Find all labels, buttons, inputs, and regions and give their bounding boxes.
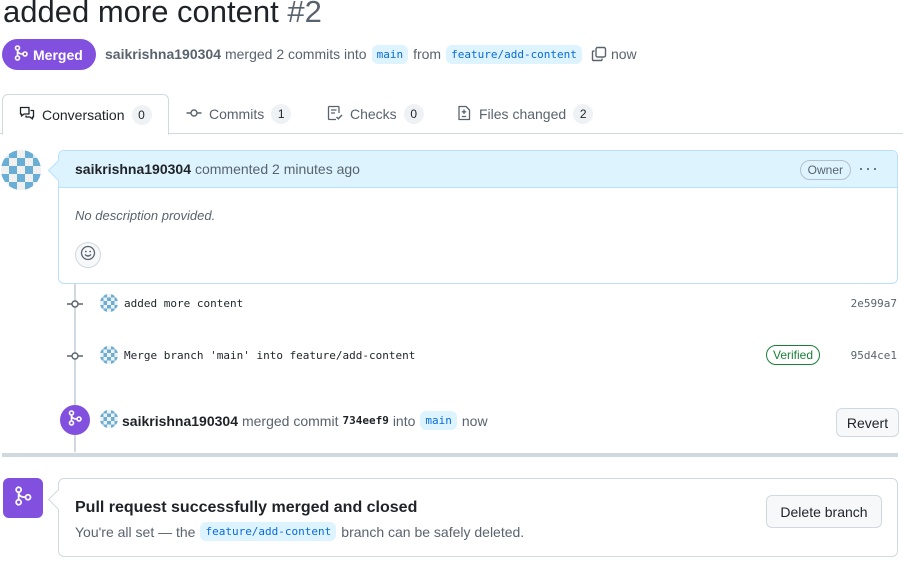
merged-status-title: Pull request successfully merged and clo… [75, 499, 418, 516]
tab-label: Commits [209, 106, 265, 122]
commit-item: Merge branch 'main' into feature/add-con… [0, 345, 903, 368]
tab-label: Checks [350, 106, 397, 122]
tab-conversation[interactable]: Conversation 0 [2, 94, 169, 135]
commit-author-avatar[interactable] [100, 294, 118, 312]
pr-number: #2 [287, 0, 322, 29]
copy-icon[interactable] [591, 46, 607, 62]
merge-author-avatar[interactable] [100, 410, 118, 428]
commit-sha-link[interactable]: 95d4ce1 [851, 349, 897, 362]
git-commit-icon [67, 349, 83, 368]
commit-author-avatar[interactable] [100, 346, 118, 364]
merge-event-text: saikrishna190304 merged commit 734eef9 i… [122, 411, 488, 430]
pr-author-link[interactable]: saikrishna190304 [105, 46, 221, 62]
tab-commits[interactable]: Commits 1 [186, 94, 292, 134]
commit-message-link[interactable]: added more content [124, 297, 243, 310]
merged-status-subtitle: You're all set — the feature/add-content… [75, 522, 524, 541]
merge-event: saikrishna190304 merged commit 734eef9 i… [0, 405, 903, 437]
git-merge-icon [14, 45, 28, 64]
comment-author-link[interactable]: saikrishna190304 [75, 161, 191, 177]
merged-sub-text-2: branch can be safely deleted. [341, 523, 525, 540]
checklist-icon [327, 105, 343, 124]
tab-label: Files changed [479, 106, 567, 122]
pr-meta: saikrishna190304 merged 2 commits into m… [105, 42, 637, 66]
tab-label: Conversation [42, 106, 125, 123]
tab-counter: 0 [131, 104, 152, 125]
delete-branch-button[interactable]: Delete branch [766, 495, 882, 528]
smiley-icon [80, 245, 96, 266]
merged-state-badge: Merged [2, 39, 96, 70]
tab-files-changed[interactable]: Files changed 2 [456, 94, 594, 134]
merge-author-link[interactable]: saikrishna190304 [122, 413, 238, 429]
revert-button[interactable]: Revert [836, 408, 899, 437]
merge-commit-sha-link[interactable]: 734eef9 [342, 414, 388, 427]
git-merge-icon [14, 485, 32, 511]
comment-header: saikrishna190304 commented 2 minutes ago… [59, 151, 897, 188]
merge-event-badge [60, 405, 90, 435]
timeline-divider [2, 453, 898, 457]
merge-action: merged commit [241, 412, 339, 429]
tab-counter: 2 [573, 104, 594, 124]
tab-counter: 1 [271, 104, 292, 124]
merged-status-box: Pull request successfully merged and clo… [58, 478, 898, 557]
base-branch-link[interactable]: main [371, 44, 409, 64]
git-merge-icon [68, 409, 82, 431]
merged-sub-text-1: You're all set — the [75, 523, 196, 540]
merge-time: now [461, 412, 488, 429]
comment-discussion-icon [19, 105, 35, 124]
merged-status-icon-box [3, 478, 43, 518]
merge-branch-link[interactable]: main [420, 411, 457, 430]
pr-title-text: added more content [3, 0, 279, 29]
comment-body: No description provided. [75, 208, 216, 223]
merged-branch-link[interactable]: feature/add-content [200, 522, 337, 541]
pr-description-comment: saikrishna190304 commented 2 minutes ago… [58, 150, 898, 284]
git-commit-icon [186, 105, 202, 124]
add-reaction-button[interactable] [75, 242, 101, 268]
state-label: Merged [33, 46, 83, 63]
commit-message-link[interactable]: Merge branch 'main' into feature/add-con… [124, 349, 415, 362]
commit-item: added more content 2e599a7 [0, 294, 903, 314]
owner-badge: Owner [799, 160, 851, 180]
commit-sha-link[interactable]: 2e599a7 [851, 297, 897, 310]
meta-text-from: from [413, 46, 442, 62]
meta-text-merged: merged 2 commits into [224, 46, 367, 62]
verified-badge[interactable]: Verified [766, 345, 821, 365]
merge-into: into [392, 412, 416, 429]
git-commit-icon [67, 297, 83, 316]
pr-title: added more content #2 [3, 0, 322, 30]
pr-tabs: Conversation 0 Commits 1 Checks 0 Files … [0, 94, 903, 135]
tab-checks[interactable]: Checks 0 [327, 94, 424, 134]
kebab-menu-icon[interactable]: ··· [858, 159, 879, 177]
file-diff-icon [456, 105, 472, 124]
tab-counter: 0 [403, 104, 424, 124]
comment-action: commented 2 minutes ago [194, 161, 360, 177]
comment-author-avatar[interactable] [1, 150, 41, 190]
meta-time: now [610, 46, 637, 62]
head-branch-link[interactable]: feature/add-content [446, 44, 582, 64]
